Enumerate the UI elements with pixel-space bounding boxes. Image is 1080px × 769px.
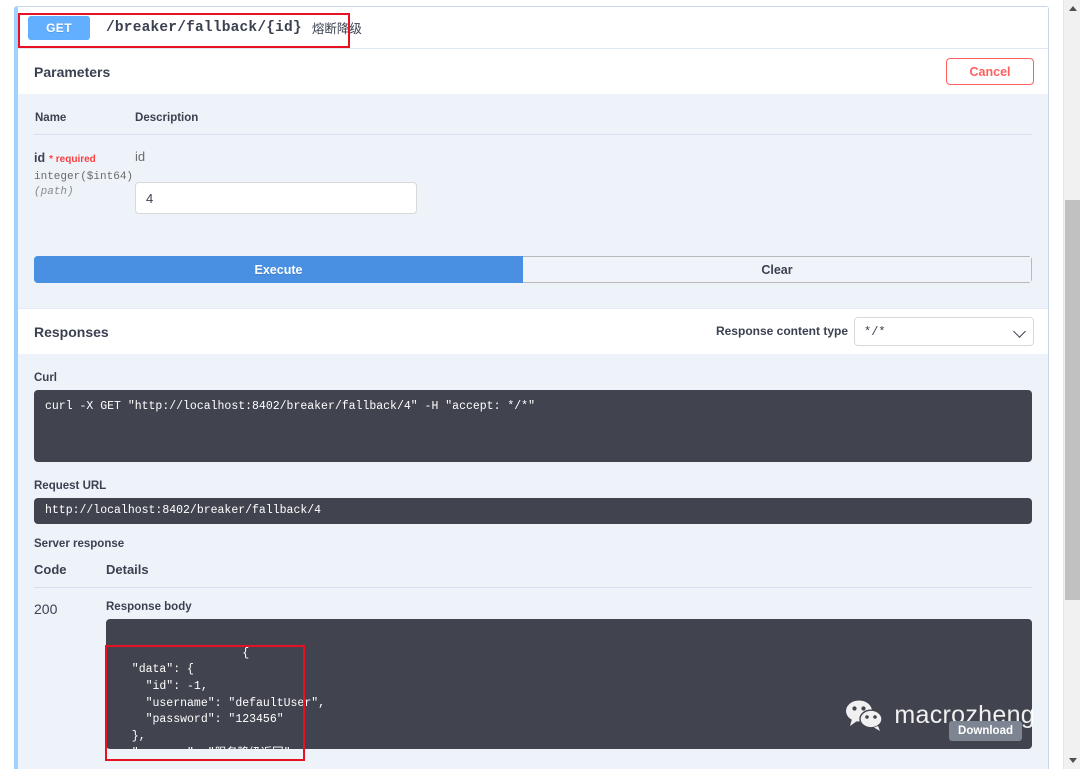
scroll-up-arrow-icon[interactable] — [1064, 0, 1080, 17]
parameters-table: Name Description id * required integer($i… — [34, 94, 1032, 214]
responses-header: Responses Response content type */* — [18, 308, 1048, 354]
response-content-type-value: */* — [864, 324, 886, 339]
cancel-button[interactable]: Cancel — [946, 58, 1034, 85]
response-content-type-label: Response content type — [715, 324, 848, 338]
page-viewport: GET /breaker/fallback/{id} 熔断降级 Paramete… — [0, 0, 1063, 769]
scroll-down-arrow-icon[interactable] — [1064, 752, 1080, 769]
triangle-up-icon — [1068, 6, 1077, 11]
parameters-body: Name Description id * required integer($i… — [18, 94, 1048, 232]
response-body-json: { "data": { "id": -1, "username": "defau… — [131, 646, 326, 749]
column-header-code: Code — [34, 556, 106, 588]
response-table-header-row: Code Details — [34, 556, 1032, 588]
column-header-description: Description — [133, 94, 1032, 135]
swagger-ui-page: GET /breaker/fallback/{id} 熔断降级 Paramete… — [0, 0, 1080, 769]
scrollbar-thumb[interactable] — [1065, 200, 1080, 600]
download-button[interactable]: Download — [949, 721, 1022, 741]
http-method-badge: GET — [28, 15, 90, 40]
response-content-type-select[interactable]: */* — [854, 317, 1034, 346]
curl-command-block[interactable]: curl -X GET "http://localhost:8402/break… — [34, 390, 1032, 462]
triangle-down-icon — [1068, 758, 1077, 763]
column-header-details: Details — [106, 556, 1032, 588]
execute-clear-row: Execute Clear — [34, 256, 1032, 283]
server-response-label: Server response — [34, 538, 125, 550]
parameter-location: (path) — [34, 186, 74, 198]
vertical-scrollbar[interactable] — [1063, 0, 1080, 769]
parameter-description-cell: id — [133, 135, 1032, 214]
operation-description: 熔断降级 — [311, 22, 362, 36]
responses-body: Curl curl -X GET "http://localhost:8402/… — [18, 354, 1048, 749]
clear-button[interactable]: Clear — [523, 256, 1032, 283]
parameters-table-header-row: Name Description — [34, 94, 1032, 135]
response-body-label: Response body — [106, 601, 192, 613]
response-code-cell: 200 — [34, 588, 106, 750]
request-url-block: http://localhost:8402/breaker/fallback/4 — [34, 498, 1032, 524]
operation-summary-header[interactable]: GET /breaker/fallback/{id} 熔断降级 — [18, 7, 1048, 49]
wechat-icon — [846, 700, 884, 731]
execute-button[interactable]: Execute — [34, 256, 523, 283]
table-row: id * required integer($int64) (path) id — [34, 135, 1032, 215]
parameters-title: Parameters — [34, 63, 111, 80]
parameter-type: integer($int64) — [34, 171, 134, 183]
parameter-name-cell: id * required integer($int64) (path) — [34, 135, 133, 215]
status-code: 200 — [34, 601, 58, 617]
chevron-down-icon — [1013, 325, 1026, 338]
parameter-id-input[interactable] — [135, 182, 418, 214]
parameter-name: id — [34, 151, 46, 165]
operation-block: GET /breaker/fallback/{id} 熔断降级 Paramete… — [14, 6, 1049, 769]
parameter-description: id — [135, 149, 146, 164]
operation-path: /breaker/fallback/{id} — [106, 19, 302, 36]
request-url-label: Request URL — [34, 480, 107, 492]
column-header-name: Name — [34, 94, 134, 135]
parameter-required-flag: * required — [49, 154, 96, 165]
curl-label: Curl — [34, 372, 57, 384]
responses-title: Responses — [34, 323, 109, 340]
parameters-header: Parameters Cancel — [18, 49, 1048, 94]
